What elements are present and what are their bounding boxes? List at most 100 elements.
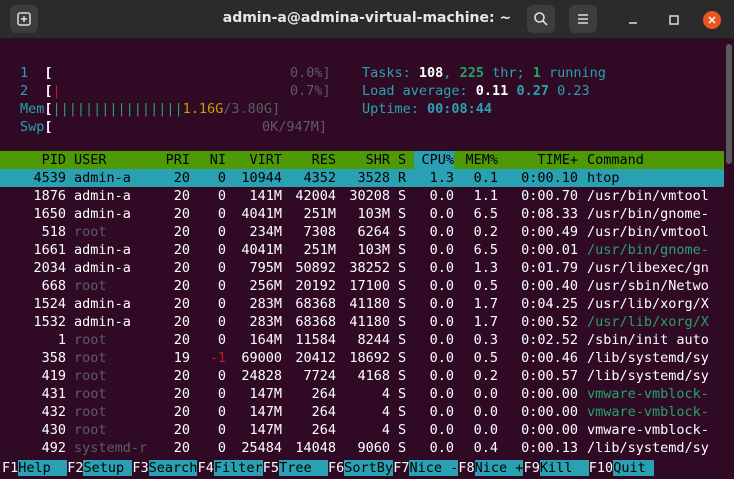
cell-res: 68368 bbox=[295, 314, 336, 330]
col-res[interactable]: RES bbox=[286, 151, 336, 169]
cell-ni: -1 bbox=[209, 350, 226, 366]
process-row[interactable]: 1661 admin-a 20 0 4041M 251M 103M S 0.0 6.5 0:00.0… bbox=[0, 241, 724, 259]
fkey-sortby[interactable]: F6SortBy bbox=[328, 459, 394, 477]
cell-cmd: /usr/bin/gnome- bbox=[587, 206, 709, 222]
col-mem[interactable]: MEM% bbox=[458, 151, 498, 169]
process-row[interactable]: 431 root 20 0 147M 264 4 S 0.0 0.0 0:00.00 vmware-v… bbox=[0, 385, 724, 403]
cell-pri: 20 bbox=[173, 188, 190, 204]
cell-mem: 0.5 bbox=[473, 350, 498, 366]
cell-ni: 0 bbox=[217, 188, 226, 204]
fkey-quit[interactable]: F10Quit bbox=[589, 459, 654, 477]
cell-cmd: /lib/systemd/sy bbox=[587, 350, 709, 366]
cell-shr: 41180 bbox=[349, 296, 390, 312]
cell-s: S bbox=[398, 296, 407, 312]
cell-shr: 30208 bbox=[349, 188, 390, 204]
cell-ni: 0 bbox=[217, 404, 226, 420]
minimize-button[interactable] bbox=[624, 11, 642, 29]
cell-time: 0:00.13 bbox=[521, 440, 578, 456]
cell-ni: 0 bbox=[217, 224, 226, 240]
fkey-search[interactable]: F3Search bbox=[132, 459, 198, 477]
process-row[interactable]: 4539 admin-a 20 0 10944 4352 3528 R 1.3 0.1 0:00.1… bbox=[0, 169, 724, 187]
process-row[interactable]: 2034 admin-a 20 0 795M 50892 38252 S 0.0 1.3 0:01.… bbox=[0, 259, 724, 277]
maximize-icon bbox=[669, 15, 679, 25]
cell-time: 0:00.49 bbox=[521, 224, 578, 240]
process-row[interactable]: 1650 admin-a 20 0 4041M 251M 103M S 0.0 6.5 0:08.3… bbox=[0, 205, 724, 223]
cell-time: 0:00.52 bbox=[521, 314, 578, 330]
cell-ni: 0 bbox=[217, 386, 226, 402]
col-cpu[interactable]: CPU% bbox=[414, 151, 454, 169]
process-row[interactable]: 1532 admin-a 20 0 283M 68368 41180 S 0.0 1.7 0:00.… bbox=[0, 313, 724, 331]
cpu2-meter: 2 [| bbox=[20, 83, 61, 99]
fkey-kill[interactable]: F9Kill bbox=[524, 459, 589, 477]
cell-res: 50892 bbox=[295, 260, 336, 276]
fkey-nice[interactable]: F7Nice - bbox=[393, 459, 459, 477]
fkey-label: Nice - bbox=[409, 460, 459, 476]
process-row[interactable]: 518 root 20 0 234M 7308 6264 S 0.0 0.2 0:00.49/usr… bbox=[0, 223, 724, 241]
process-row[interactable]: 419 root 20 0 24828 7724 4168 S 0.0 0.2 0:00.57/li… bbox=[0, 367, 724, 385]
cell-mem: 1.3 bbox=[473, 260, 498, 276]
col-time[interactable]: TIME+ bbox=[500, 151, 578, 169]
cell-cmd: vmware-vmblock- bbox=[587, 404, 709, 420]
fkey-setup[interactable]: F2Setup bbox=[67, 459, 133, 477]
process-row[interactable]: 492 systemd-r 20 0 25484 14048 9060 S 0.0 0.4 0:00… bbox=[0, 439, 724, 457]
cell-time: 0:00.40 bbox=[521, 278, 578, 294]
cell-cmd: /usr/lib/xorg/X bbox=[587, 296, 709, 312]
maximize-button[interactable] bbox=[665, 11, 683, 29]
scrollbar[interactable] bbox=[726, 44, 732, 164]
cell-cpu: 0.0 bbox=[429, 422, 454, 438]
col-pid[interactable]: PID bbox=[20, 151, 66, 169]
process-row[interactable]: 1524 admin-a 20 0 283M 68368 41180 S 0.0 1.7 0:04.… bbox=[0, 295, 724, 313]
cell-cpu: 0.0 bbox=[429, 368, 454, 384]
process-row[interactable]: 430 root 20 0 147M 264 4 S 0.0 0.0 0:00.00 vmware-v… bbox=[0, 421, 724, 439]
process-list[interactable]: 4539 admin-a 20 0 10944 4352 3528 R 1.3 0.1 0:00.1… bbox=[0, 169, 724, 457]
col-state[interactable]: S bbox=[398, 151, 406, 169]
cell-pri: 20 bbox=[173, 242, 190, 258]
menu-button[interactable] bbox=[569, 5, 597, 33]
cell-user: root bbox=[74, 368, 107, 384]
cell-virt: 69000 bbox=[241, 350, 282, 366]
fkey-label: Quit bbox=[613, 460, 654, 476]
cell-res: 7724 bbox=[303, 368, 336, 384]
search-button[interactable] bbox=[527, 5, 555, 33]
col-shr[interactable]: SHR bbox=[340, 151, 390, 169]
terminal-area[interactable]: 1 [ 0.0%] 2 [| 0.7%] Mem[|||||||||||||||… bbox=[0, 44, 734, 479]
col-pri[interactable]: PRI bbox=[160, 151, 190, 169]
cell-pid: 1 bbox=[57, 332, 66, 348]
process-row[interactable]: 1876 admin-a 20 0 141M 42004 30208 S 0.0 1.1 0:00.… bbox=[0, 187, 724, 205]
fkey-help[interactable]: F1Help bbox=[2, 459, 68, 477]
fkey-filter[interactable]: F4Filter bbox=[198, 459, 263, 477]
process-row[interactable]: 432 root 20 0 147M 264 4 S 0.0 0.0 0:00.00 vmware-v… bbox=[0, 403, 724, 421]
cell-mem: 0.5 bbox=[473, 278, 498, 294]
load-average: Load average: 0.11 0.27 0.23 bbox=[362, 83, 590, 99]
cell-mem: 0.0 bbox=[473, 404, 498, 420]
col-command[interactable]: Command bbox=[587, 151, 644, 169]
cell-s: S bbox=[398, 314, 407, 330]
cell-user: root bbox=[74, 404, 107, 420]
cell-s: S bbox=[398, 224, 407, 240]
cell-pid: 1661 bbox=[33, 242, 66, 258]
cell-virt: 234M bbox=[249, 224, 282, 240]
process-row[interactable]: 1 root 20 0 164M 11584 8244 S 0.0 0.3 0:02.52/sbin… bbox=[0, 331, 724, 349]
cell-virt: 256M bbox=[249, 278, 282, 294]
cell-time: 0:00.70 bbox=[521, 188, 578, 204]
col-ni[interactable]: NI bbox=[196, 151, 226, 169]
fkey-nice[interactable]: F8Nice + bbox=[458, 459, 524, 477]
process-row[interactable]: 668 root 20 0 256M 20192 17100 S 0.0 0.5 0:00.40/u… bbox=[0, 277, 724, 295]
close-button[interactable] bbox=[703, 11, 721, 29]
cell-cpu: 0.0 bbox=[429, 350, 454, 366]
cell-pid: 668 bbox=[41, 278, 66, 294]
cell-shr: 17100 bbox=[349, 278, 390, 294]
fkey-label: Kill bbox=[539, 460, 589, 476]
cell-pri: 20 bbox=[173, 260, 190, 276]
fkey-key: F4 bbox=[197, 460, 214, 476]
cell-virt: 4041M bbox=[241, 206, 282, 222]
col-user[interactable]: USER bbox=[74, 151, 107, 169]
cell-time: 0:00.46 bbox=[521, 350, 578, 366]
fkey-tree[interactable]: F5Tree bbox=[263, 459, 328, 477]
cell-time: 0:08.33 bbox=[521, 206, 578, 222]
col-virt[interactable]: VIRT bbox=[232, 151, 282, 169]
process-row[interactable]: 358 root 19 -1 69000 20412 18692 S 0.0 0.5 0:00.46… bbox=[0, 349, 724, 367]
process-table-header[interactable]: PID USER PRI NI VIRT RES SHR S CPU% MEM%… bbox=[0, 151, 724, 169]
cell-time: 0:01.79 bbox=[521, 260, 578, 276]
cell-shr: 4168 bbox=[357, 368, 390, 384]
